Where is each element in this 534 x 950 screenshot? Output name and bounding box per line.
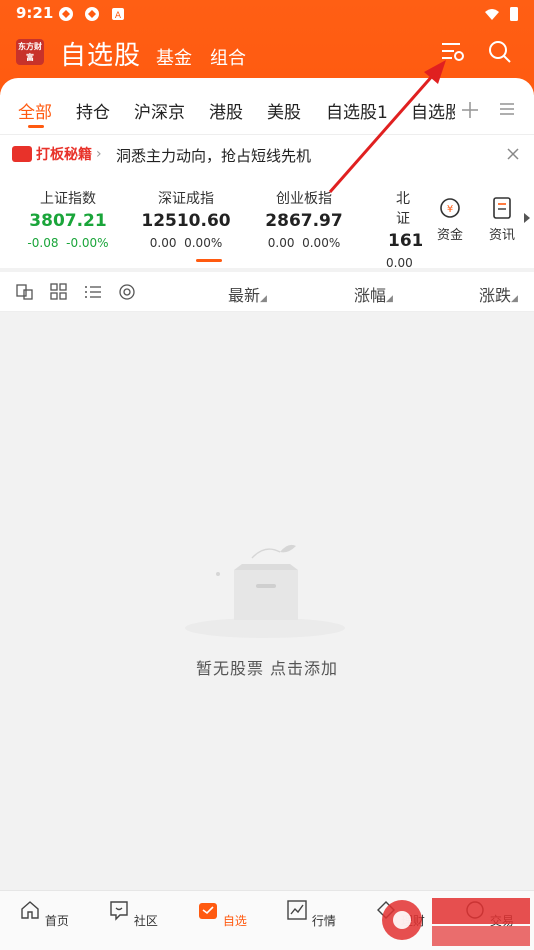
news-button[interactable]: 资讯 <box>482 196 522 243</box>
layout-card-icon[interactable] <box>16 284 34 300</box>
status-bar: 9:21 A <box>0 0 534 28</box>
status-time: 9:21 <box>16 4 54 22</box>
index-pct: 0.00% <box>302 236 341 250</box>
index-value: 161 <box>388 231 422 251</box>
tab-shsz[interactable]: 沪深京 <box>134 98 185 123</box>
index-change: 0.00 <box>149 236 177 250</box>
funds-label: 资金 <box>436 228 463 243</box>
nav-label: 行情 <box>311 914 336 928</box>
nav-label: 社区 <box>133 914 158 928</box>
column-change[interactable]: 涨跌◢ <box>479 282 518 306</box>
tab-hk[interactable]: 港股 <box>209 98 243 123</box>
close-icon[interactable] <box>506 147 520 161</box>
watchlist-icon <box>199 903 218 919</box>
index-bse[interactable]: 北证 161 0.00 <box>378 188 422 270</box>
column-change-pct[interactable]: 涨幅◢ <box>354 282 393 306</box>
search-icon[interactable] <box>488 40 512 64</box>
notification-icon <box>85 7 99 21</box>
notification-icon <box>59 7 73 21</box>
chat-icon <box>110 901 128 921</box>
sort-icon: ◢ <box>260 294 267 304</box>
app-logo[interactable]: 东方财富 <box>16 39 44 65</box>
battery-icon <box>510 7 518 21</box>
column-header-bar: 最新◢ 涨幅◢ 涨跌◢ <box>0 272 534 312</box>
index-value: 12510.60 <box>141 211 231 231</box>
watermark-logo <box>382 898 530 946</box>
index-name: 深证成指 <box>158 191 214 207</box>
grid-view-icon[interactable] <box>50 283 68 301</box>
banner-badge-label: 打板秘籍 <box>36 147 92 163</box>
index-name: 上证指数 <box>40 191 96 207</box>
home-icon <box>21 901 39 919</box>
annotation-arrow <box>328 60 446 193</box>
index-sh[interactable]: 上证指数 3807.21 -0.08 -0.00% <box>22 188 114 250</box>
index-value: 3807.21 <box>29 211 107 231</box>
nav-label: 自选 <box>222 914 247 928</box>
index-value: 2867.97 <box>265 211 343 231</box>
list-view-icon[interactable] <box>84 284 102 300</box>
wifi-icon <box>485 9 499 20</box>
add-tab-icon[interactable] <box>460 100 480 120</box>
page-title[interactable]: 自选股 <box>60 35 141 72</box>
app-notification-icon: A <box>112 8 124 21</box>
tab-active-indicator <box>28 125 44 128</box>
funds-button[interactable]: ¥ 资金 <box>430 196 470 243</box>
sort-icon: ◢ <box>386 294 393 304</box>
tab-us[interactable]: 美股 <box>267 98 301 123</box>
column-latest-label: 最新 <box>228 286 261 305</box>
column-change-label: 涨跌 <box>479 286 512 305</box>
nav-market[interactable]: 行情 <box>281 899 341 929</box>
chevron-right-icon: › <box>96 146 102 162</box>
target-icon[interactable] <box>118 283 136 301</box>
tab-portfolio[interactable]: 组合 <box>210 44 246 70</box>
sort-icon: ◢ <box>511 294 518 304</box>
chart-up-icon <box>12 146 32 162</box>
chart-icon <box>287 900 307 920</box>
news-label: 资讯 <box>488 228 515 243</box>
index-page-indicator <box>196 259 222 262</box>
index-change: 0.00 <box>386 256 413 270</box>
column-change-pct-label: 涨幅 <box>354 286 387 305</box>
scroll-right-icon[interactable] <box>522 212 532 224</box>
logo-text: 东方财富 <box>18 42 42 62</box>
index-pct: 0.00% <box>184 236 223 250</box>
tab-menu-icon[interactable] <box>498 100 516 118</box>
news-icon <box>493 197 511 219</box>
banner-text: 洞悉主力动向，抢占短线先机 <box>116 147 312 165</box>
index-change: 0.00 <box>267 236 295 250</box>
index-pct: -0.00% <box>66 236 109 250</box>
nav-watchlist[interactable]: 自选 <box>192 899 252 929</box>
nav-home[interactable]: 首页 <box>14 899 74 929</box>
svg-text:A: A <box>115 11 122 21</box>
empty-box-illustration <box>185 544 345 638</box>
tab-holdings[interactable]: 持仓 <box>76 98 110 123</box>
index-change: -0.08 <box>27 236 59 250</box>
empty-state-text[interactable]: 暂无股票 点击添加 <box>0 655 534 679</box>
tab-all[interactable]: 全部 <box>18 98 52 123</box>
nav-label: 首页 <box>44 914 69 928</box>
index-sz[interactable]: 深证成指 12510.60 0.00 0.00% <box>140 188 232 250</box>
nav-community[interactable]: 社区 <box>103 899 163 929</box>
tab-funds[interactable]: 基金 <box>156 44 192 70</box>
banner-badge: 打板秘籍 › <box>12 144 102 164</box>
column-latest[interactable]: 最新◢ <box>228 282 267 306</box>
svg-text:¥: ¥ <box>447 204 453 215</box>
